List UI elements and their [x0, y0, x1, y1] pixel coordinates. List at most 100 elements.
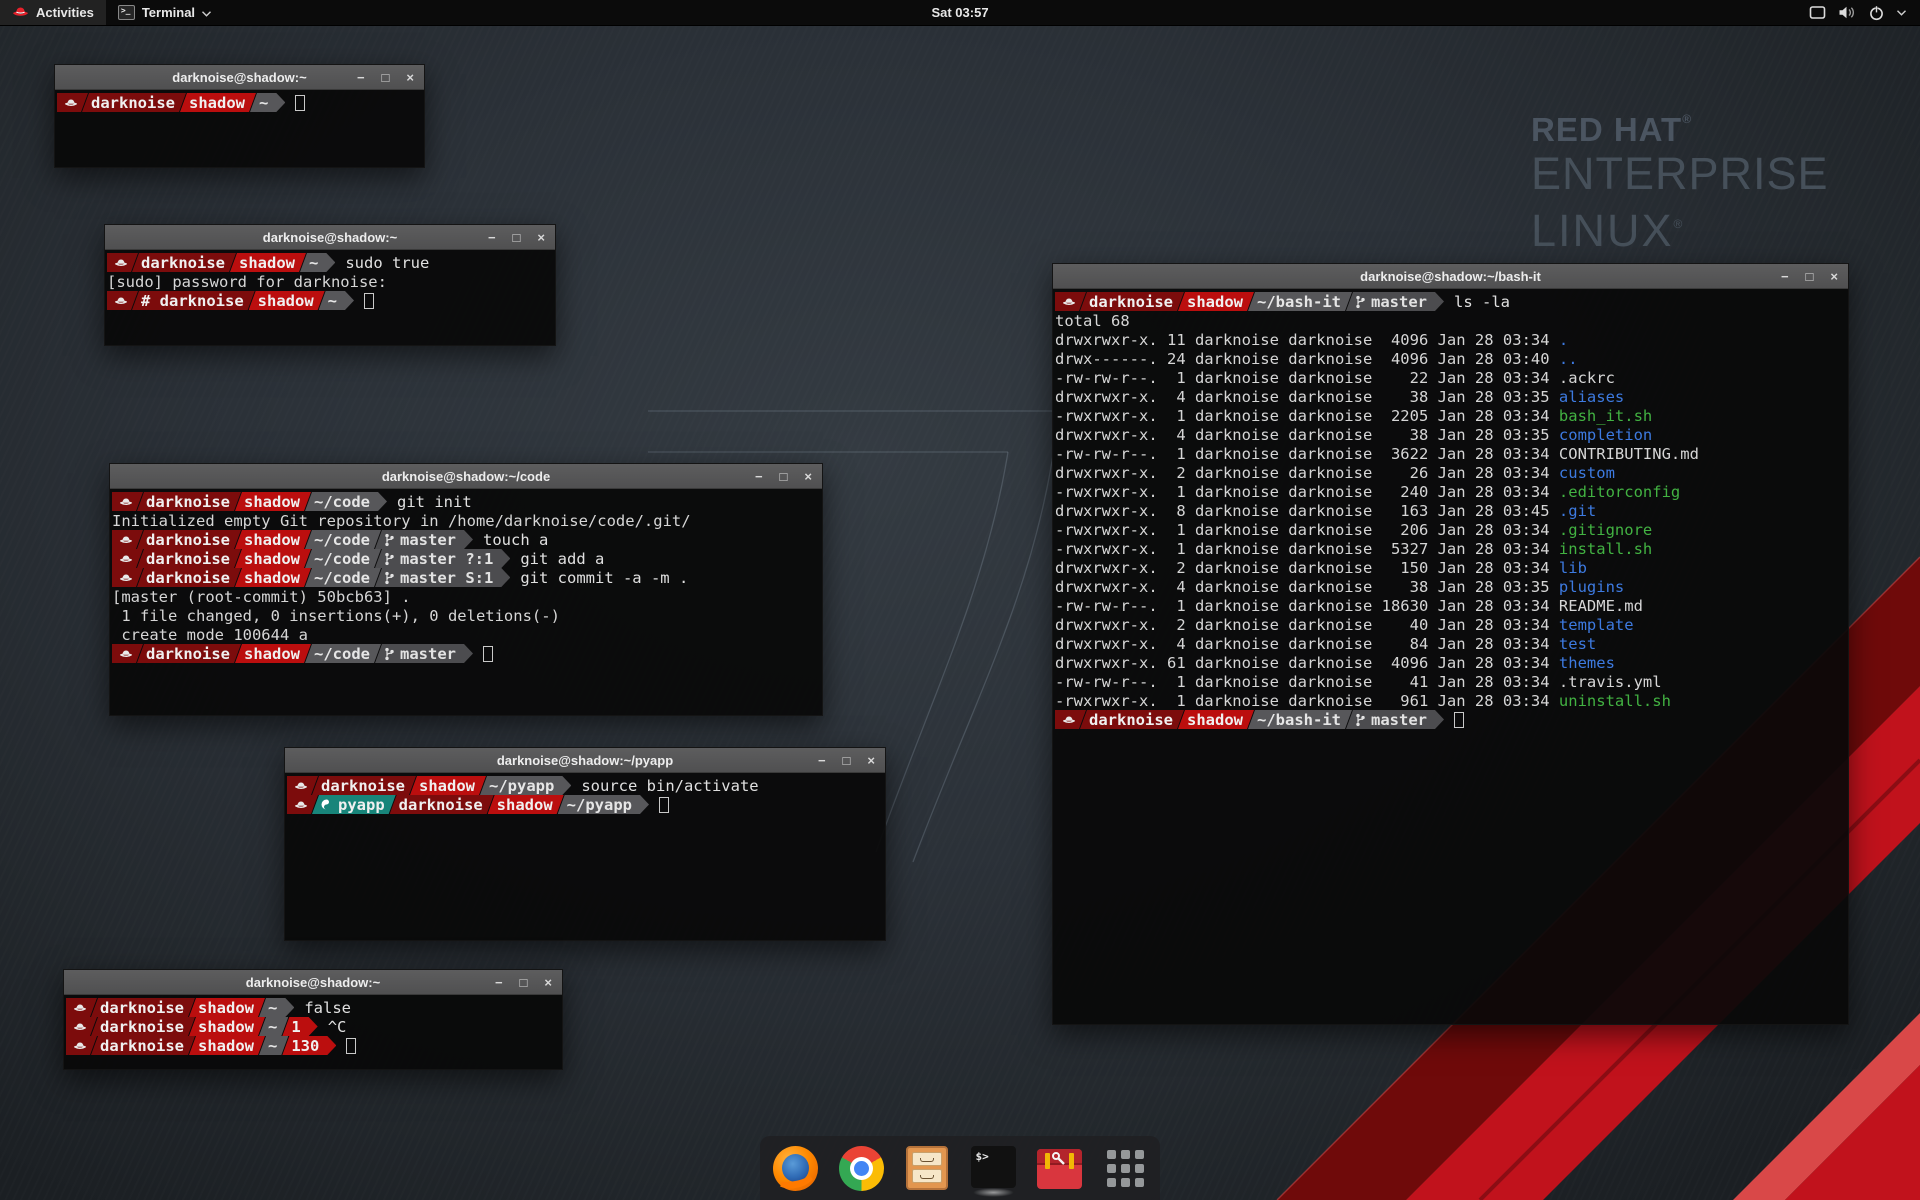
prompt-segment-host: shadow [1178, 710, 1254, 729]
close-button[interactable]: × [804, 470, 812, 483]
prompt-line: darknoiseshadow~/codemaster [112, 644, 822, 663]
title-bar[interactable]: darknoise@shadow:~ − □ × [64, 970, 562, 995]
file-name: .editorconfig [1559, 483, 1680, 501]
prompt-segment-user: darknoise [390, 795, 494, 814]
file-row: drwxrwxr-x. 11 darknoise darknoise 4096 … [1055, 330, 1848, 349]
prompt-segment-host: shadow [235, 549, 311, 568]
top-bar: Activities >_ Terminal Sat 03:57 [0, 0, 1920, 26]
prompt-segment-host: shadow [235, 644, 311, 663]
file-meta: -rwxrwxr-x. 1 darknoise darknoise 961 Ja… [1055, 692, 1559, 710]
maximize-button[interactable]: □ [513, 231, 521, 244]
file-name: .git [1559, 502, 1596, 520]
chrome-icon[interactable] [839, 1146, 884, 1191]
prompt-line: darknoiseshadow~/codegit init [112, 492, 822, 511]
file-row: -rwxrwxr-x. 1 darknoise darknoise 961 Ja… [1055, 691, 1848, 710]
volume-icon [1838, 5, 1856, 20]
firefox-icon[interactable] [773, 1146, 818, 1191]
file-name: uninstall.sh [1559, 692, 1671, 710]
terminal-window-bash-it: darknoise@shadow:~/bash-it −□× darknoise… [1052, 263, 1849, 1025]
redhat-fedora-icon [119, 553, 133, 564]
maximize-button[interactable]: □ [520, 976, 528, 989]
minimize-button[interactable]: − [818, 754, 826, 767]
prompt-segment-err: 1 [282, 1017, 317, 1036]
file-name: template [1559, 616, 1634, 634]
file-row: drwxrwxr-x. 8 darknoise darknoise 163 Ja… [1055, 501, 1848, 520]
system-menu[interactable] [1801, 0, 1914, 25]
prompt-segment-path: ~/bash-it [1248, 292, 1352, 311]
prompt-line: # darknoiseshadow~ [107, 291, 555, 310]
file-name: plugins [1559, 578, 1624, 596]
terminal-body[interactable]: darknoiseshadow~/pyappsource bin/activat… [285, 773, 885, 940]
git-branch-icon [1355, 713, 1365, 727]
file-row: drwxrwxr-x. 61 darknoise darknoise 4096 … [1055, 653, 1848, 672]
prompt-segment-path: ~/pyapp [480, 776, 571, 795]
maximize-button[interactable]: □ [843, 754, 851, 767]
prompt-line: darknoiseshadow~130 [66, 1036, 562, 1055]
prompt-segment-path: ~ [300, 253, 335, 272]
close-button[interactable]: × [1830, 270, 1838, 283]
prompt-segment-host: shadow [235, 492, 311, 511]
activities-button[interactable]: Activities [0, 0, 106, 25]
app-menu-terminal[interactable]: >_ Terminal [106, 0, 223, 25]
minimize-button[interactable]: − [1781, 270, 1789, 283]
close-button[interactable]: × [867, 754, 875, 767]
terminal-window-home-2: darknoise@shadow:~ − □ × darknoiseshadow~f… [63, 969, 563, 1070]
terminal-body[interactable]: darknoiseshadow~falsedarknoiseshadow~1^C… [64, 995, 562, 1069]
title-bar[interactable]: darknoise@shadow:~/code −□× [110, 464, 822, 489]
file-name: .travis.yml [1559, 673, 1662, 691]
prompt-segment-user: darknoise [137, 530, 241, 549]
terminal-body[interactable]: darknoiseshadow~ [55, 90, 424, 167]
prompt-segment-git: master [375, 530, 473, 549]
window-title: darknoise@shadow:~/pyapp [497, 753, 673, 768]
file-meta: drwxrwxr-x. 2 darknoise darknoise 40 Jan… [1055, 616, 1559, 634]
file-meta: drwxrwxr-x. 8 darknoise darknoise 163 Ja… [1055, 502, 1559, 520]
title-bar[interactable]: darknoise@shadow:~ −□× [105, 225, 555, 250]
files-icon[interactable] [905, 1146, 950, 1191]
title-bar[interactable]: darknoise@shadow:~ −□× [55, 65, 424, 90]
rhel-logo-line1: RED HAT® [1531, 100, 1829, 149]
terminal-window-pyapp: darknoise@shadow:~/pyapp − □ × darknoisesh… [284, 747, 886, 941]
app-grid-icon[interactable] [1103, 1146, 1148, 1191]
file-row: drwxrwxr-x. 2 darknoise darknoise 40 Jan… [1055, 615, 1848, 634]
file-row: drwx------. 24 darknoise darknoise 4096 … [1055, 349, 1848, 368]
title-bar[interactable]: darknoise@shadow:~/bash-it −□× [1053, 264, 1848, 289]
command-text: sudo true [345, 254, 429, 272]
file-name: .. [1559, 350, 1578, 368]
prompt-segment-path: ~/code [305, 644, 381, 663]
close-button[interactable]: × [406, 71, 414, 84]
close-button[interactable]: × [537, 231, 545, 244]
maximize-button[interactable]: □ [780, 470, 788, 483]
toolbox-icon[interactable] [1037, 1146, 1082, 1191]
command-text: git add a [520, 550, 604, 568]
close-button[interactable]: × [544, 976, 552, 989]
prompt-line: darknoiseshadow~1^C [66, 1017, 562, 1036]
minimize-button[interactable]: − [488, 231, 496, 244]
minimize-button[interactable]: − [357, 71, 365, 84]
file-meta: drwxrwxr-x. 4 darknoise darknoise 84 Jan… [1055, 635, 1559, 653]
prompt-segment-path: ~/code [305, 530, 381, 549]
terminal-icon[interactable]: $> [971, 1146, 1016, 1191]
redhat-fedora-icon [119, 648, 133, 659]
terminal-app-icon: >_ [118, 5, 135, 20]
clock[interactable]: Sat 03:57 [931, 5, 988, 20]
prompt-segment-user: darknoise [137, 644, 241, 663]
command-text: false [304, 999, 351, 1017]
terminal-body[interactable]: darknoiseshadow~/bash-itmasterls -latota… [1053, 289, 1848, 1024]
minimize-button[interactable]: − [755, 470, 763, 483]
window-title: darknoise@shadow:~ [246, 975, 380, 990]
file-meta: -rwxrwxr-x. 1 darknoise darknoise 206 Ja… [1055, 521, 1559, 539]
command-text: ls -la [1454, 293, 1510, 311]
title-bar[interactable]: darknoise@shadow:~/pyapp − □ × [285, 748, 885, 773]
file-meta: drwxrwxr-x. 61 darknoise darknoise 4096 … [1055, 654, 1559, 672]
maximize-button[interactable]: □ [382, 71, 390, 84]
maximize-button[interactable]: □ [1806, 270, 1814, 283]
file-meta: -rwxrwxr-x. 1 darknoise darknoise 240 Ja… [1055, 483, 1559, 501]
prompt-segment-path: ~ [319, 291, 354, 310]
git-branch-icon [384, 533, 394, 547]
file-meta: drwxrwxr-x. 11 darknoise darknoise 4096 … [1055, 331, 1559, 349]
terminal-body[interactable]: darknoiseshadow~sudo true[sudo] password… [105, 250, 555, 345]
terminal-body[interactable]: darknoiseshadow~/codegit initInitialized… [110, 489, 822, 715]
minimize-button[interactable]: − [495, 976, 503, 989]
file-name: themes [1559, 654, 1615, 672]
file-meta: -rw-rw-r--. 1 darknoise darknoise 3622 J… [1055, 445, 1559, 463]
